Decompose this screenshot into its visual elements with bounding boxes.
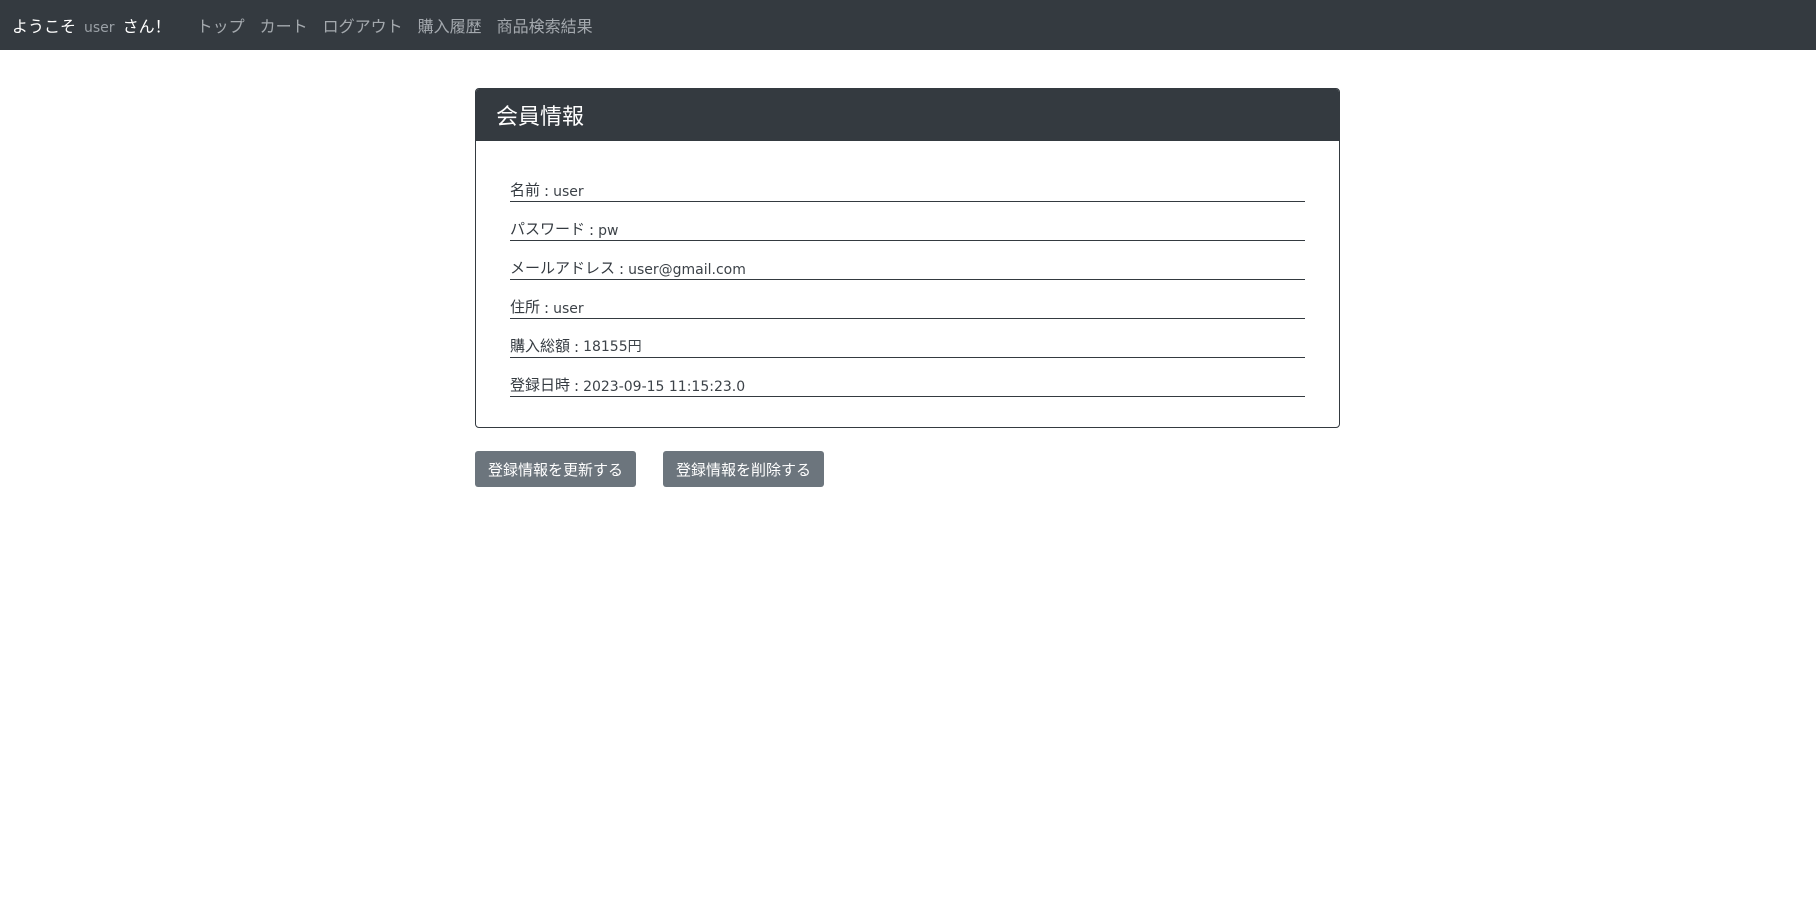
top-navbar: ようこそ user さん！ トップ カート ログアウト 購入履歴 商品検索結果	[0, 0, 1816, 50]
nav-link-top[interactable]: トップ	[197, 13, 245, 37]
field-label: メールアドレス	[510, 259, 616, 277]
delete-registration-button[interactable]: 登録情報を削除する	[663, 451, 824, 487]
nav-link-purchase-history[interactable]: 購入履歴	[418, 13, 482, 37]
username-label: user	[84, 20, 115, 36]
field-value: 18155円	[583, 339, 642, 355]
welcome-suffix: さん！	[122, 17, 171, 36]
field-value: user	[553, 301, 584, 317]
card-title: 会員情報	[476, 89, 1339, 141]
field-address: 住所: user	[510, 281, 1305, 319]
field-label: 住所	[510, 298, 541, 316]
card-body: 名前: user パスワード: pw メールアドレス: user@gmail.com …	[476, 141, 1339, 397]
member-info-card: 会員情報 名前: user パスワード: pw メールアドレス: user@gmail…	[475, 88, 1340, 428]
field-label: 購入総額	[510, 337, 571, 355]
field-registered-at: 登録日時:2023-09-15 11:15:23.0	[510, 359, 1305, 397]
nav-link-search-results[interactable]: 商品検索結果	[497, 13, 593, 37]
field-total-purchase: 購入総額:18155円	[510, 320, 1305, 358]
welcome-prefix: ようこそ	[12, 17, 77, 36]
update-registration-button[interactable]: 登録情報を更新する	[475, 451, 636, 487]
nav-link-logout[interactable]: ログアウト	[323, 13, 403, 37]
field-label: 登録日時	[510, 376, 571, 394]
field-value: pw	[598, 223, 619, 239]
field-password: パスワード: pw	[510, 203, 1305, 241]
field-name: 名前: user	[510, 164, 1305, 202]
welcome-message: ようこそ user さん！	[12, 13, 171, 37]
field-label: パスワード	[510, 220, 586, 238]
field-value: user	[553, 184, 584, 200]
field-label: 名前	[510, 181, 541, 199]
field-value: 2023-09-15 11:15:23.0	[583, 379, 746, 395]
field-value: user@gmail.com	[628, 262, 746, 278]
nav-links: トップ カート ログアウト 購入履歴 商品検索結果	[197, 13, 608, 37]
field-email: メールアドレス: user@gmail.com	[510, 242, 1305, 280]
nav-link-cart[interactable]: カート	[260, 13, 308, 37]
